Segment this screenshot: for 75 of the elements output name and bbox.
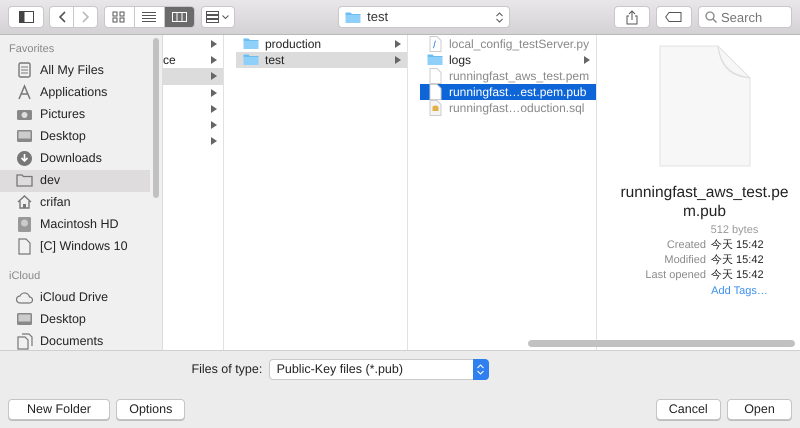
display-icon: [16, 310, 33, 328]
detail-value: 今天 15:42: [710, 253, 765, 268]
folder-icon: [243, 52, 259, 68]
sidebar-item[interactable]: iCloud Drive: [0, 286, 150, 308]
dialog-button[interactable]: Open: [727, 399, 792, 420]
section-heading: iCloud: [8, 268, 42, 284]
file-row[interactable]: test: [236, 52, 407, 68]
arrange-button[interactable]: [200, 6, 235, 28]
compass-icon: [16, 84, 33, 101]
tag-icon: [665, 12, 682, 22]
search-icon: [705, 11, 717, 23]
files-icon: [16, 62, 33, 79]
detail-value: 今天 15:42: [710, 238, 765, 254]
icon-view-button[interactable]: [104, 6, 134, 28]
search-field[interactable]: Search: [698, 6, 792, 28]
group-icon: [206, 11, 220, 23]
sidebar-item[interactable]: crifan: [0, 192, 150, 214]
sidebar-item[interactable]: Macintosh HD: [0, 214, 150, 236]
detail-value: 今天 15:42: [710, 268, 765, 284]
list-icon: [142, 11, 156, 23]
section-heading: Favorites: [8, 42, 56, 57]
file-row[interactable]: production: [236, 36, 407, 52]
caret-icon: [222, 14, 230, 20]
sidebar-item[interactable]: Applications: [0, 82, 150, 104]
dialog-button[interactable]: New Folder: [8, 399, 110, 420]
sql-file-icon: [427, 100, 443, 116]
detail-label: Modified: [663, 253, 706, 268]
file-name: runningfast_aws_test.pem.pub: [619, 183, 790, 222]
sidebar-item[interactable]: Desktop: [0, 308, 150, 330]
folder-icon: [427, 52, 443, 68]
display-icon: [16, 128, 33, 145]
folder-icon: [243, 36, 259, 52]
sidebar-item[interactable]: All My Files: [0, 60, 150, 82]
updown-icon: [496, 12, 504, 22]
filter-label: Files of type:: [191, 361, 262, 378]
sidebar-item[interactable]: Downloads: [0, 148, 150, 170]
share-button[interactable]: [614, 6, 650, 28]
file-row[interactable]: runningfast…est.pem.pub: [420, 84, 596, 100]
detail-label: Created: [666, 238, 706, 254]
file-row[interactable]: [163, 68, 223, 85]
grid-icon: [112, 11, 126, 23]
updown-icon: [477, 364, 484, 375]
file-row[interactable]: ce: [163, 52, 223, 68]
file-size: 512 bytes: [710, 222, 758, 238]
chevron-right-icon: [82, 11, 90, 23]
tags-button[interactable]: [656, 6, 692, 28]
house-icon: [16, 194, 33, 211]
sidebar-item[interactable]: Documents: [0, 330, 150, 350]
scrollbar-thumb[interactable]: [153, 38, 159, 198]
detail-label: Last opened: [644, 268, 706, 284]
back-button[interactable]: [49, 6, 74, 28]
share-icon: [626, 10, 638, 24]
sidebar-item[interactable]: Desktop: [0, 126, 150, 148]
scrollbar-thumb[interactable]: [528, 340, 795, 347]
list-view-button[interactable]: [134, 6, 164, 28]
documents-icon: [16, 332, 33, 350]
sidebar-item[interactable]: [C] Windows 10: [0, 236, 150, 258]
file-row[interactable]: logs: [420, 52, 596, 68]
folder-icon: [16, 172, 33, 189]
document-icon: [16, 238, 33, 255]
dialog-button[interactable]: Options: [116, 399, 186, 420]
download-icon: [16, 150, 33, 167]
column-view-button[interactable]: [164, 6, 194, 28]
sidebar-item[interactable]: dev: [0, 170, 150, 192]
path-popup[interactable]: test: [338, 6, 510, 28]
file-type-select[interactable]: Public-Key files (*.pub): [268, 359, 489, 380]
sidebar-icon: [18, 11, 34, 23]
document-icon: [427, 84, 443, 100]
columns-icon: [172, 11, 186, 23]
sidebar-toggle-button[interactable]: [8, 6, 44, 28]
folder-icon: [345, 10, 362, 24]
dialog-button[interactable]: Cancel: [656, 399, 721, 420]
document-icon: [658, 45, 750, 167]
sidebar-item[interactable]: Pictures: [0, 104, 150, 126]
chevron-left-icon: [58, 11, 66, 23]
